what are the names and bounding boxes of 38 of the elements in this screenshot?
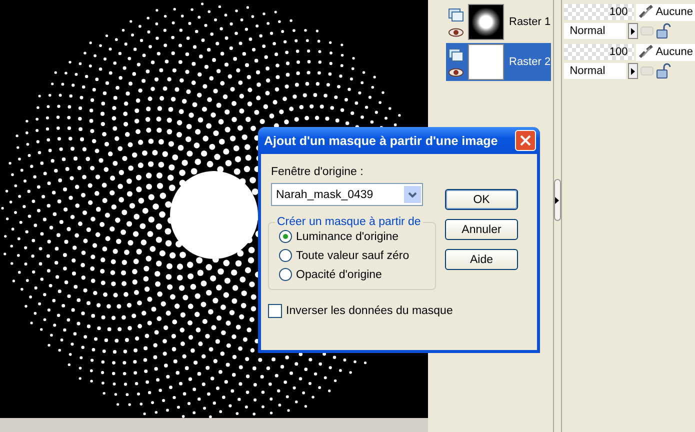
layer-name: Raster 1 [509, 16, 551, 28]
layer-thumbnail [468, 44, 504, 80]
group-label: Créer un masque à partir de [276, 216, 422, 228]
eye-icon [448, 68, 464, 76]
close-button[interactable] [515, 130, 536, 151]
expand-handle[interactable] [554, 179, 561, 221]
dialog-button[interactable]: OK [445, 189, 518, 210]
opacity-field[interactable]: 100 [564, 44, 634, 60]
layer-stack-icon [448, 48, 464, 62]
layer-stack-icon [448, 8, 464, 22]
layer-thumbnail [468, 4, 504, 40]
dialog-button[interactable]: Aide [445, 249, 518, 270]
close-icon [520, 135, 531, 146]
radio-option[interactable]: Toute valeur sauf zéro [279, 249, 427, 262]
source-dropdown[interactable]: Narah_mask_0439 [271, 183, 423, 206]
mask-icon [640, 25, 654, 37]
eye-icon [448, 28, 464, 36]
layer-row[interactable]: Raster 1 [446, 3, 551, 41]
opacity-field[interactable]: 100 [564, 4, 634, 20]
source-label: Fenêtre d'origine : [271, 166, 364, 178]
layer-row[interactable]: Raster 2 [446, 43, 551, 81]
mask-link-button[interactable]: Aucune [636, 4, 695, 20]
blend-mode-field[interactable]: Normal [564, 63, 626, 79]
dialog-title: Ajout d'un masque à partir d'une image [264, 134, 498, 148]
unlocked-padlock-icon [656, 63, 672, 79]
chain-link-icon [638, 45, 654, 59]
dialog-button[interactable]: Annuler [445, 219, 518, 240]
layer-name: Raster 2 [509, 56, 551, 68]
invert-checkbox[interactable]: Inverser les données du masque [268, 304, 453, 318]
chevron-down-icon [404, 186, 421, 203]
chain-link-icon [638, 5, 654, 19]
radio-option[interactable]: Luminance d'origine [279, 230, 427, 243]
mask-icon [640, 65, 654, 77]
blend-mode-field[interactable]: Normal [564, 23, 626, 39]
arrow-right-icon [555, 196, 560, 204]
unlocked-padlock-icon [656, 23, 672, 39]
radio-option[interactable]: Opacité d'origine [279, 268, 427, 281]
mask-link-button[interactable]: Aucune [636, 44, 695, 60]
